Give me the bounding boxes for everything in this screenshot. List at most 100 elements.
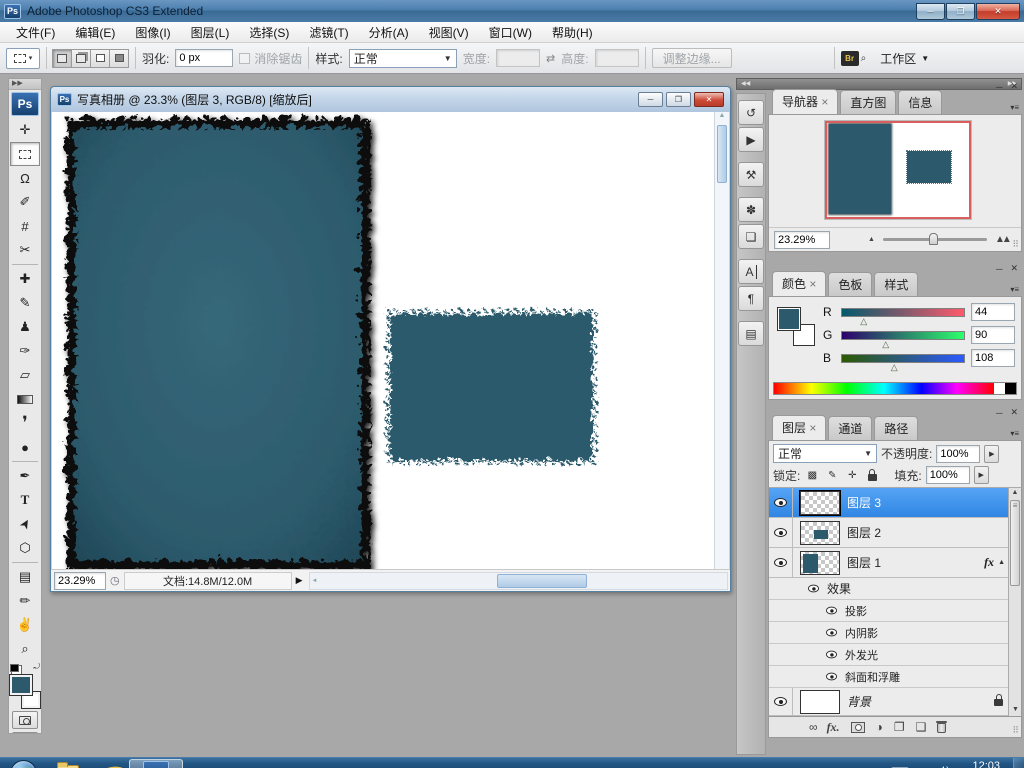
- green-slider-thumb[interactable]: △: [882, 341, 889, 348]
- layer-style-badge[interactable]: fx: [984, 555, 994, 570]
- scroll-up-icon[interactable]: ▲: [719, 112, 726, 119]
- menu-item-analysis[interactable]: 分析(A): [359, 22, 419, 43]
- collapse-dock-icon[interactable]: ◀◀: [741, 79, 750, 89]
- resize-grip[interactable]: ⠿: [1012, 725, 1019, 736]
- navigator-zoom-input[interactable]: [774, 231, 830, 249]
- eyedropper-tool[interactable]: ✏: [10, 589, 40, 613]
- delete-layer-icon[interactable]: [937, 721, 946, 733]
- history-panel-button[interactable]: ↺: [738, 100, 764, 125]
- internet-explorer-button[interactable]: e: [87, 759, 125, 768]
- tab-styles[interactable]: 样式: [874, 272, 918, 296]
- scroll-left-icon[interactable]: ◄: [312, 578, 318, 584]
- menu-item-select[interactable]: 选择(S): [239, 22, 299, 43]
- fill-input[interactable]: [926, 466, 970, 484]
- doc-close-button[interactable]: ✕: [694, 92, 724, 107]
- panel-close-icon[interactable]: ✕: [1010, 263, 1018, 274]
- spot-healing-brush-tool[interactable]: ✚: [10, 267, 40, 291]
- blue-slider[interactable]: △: [841, 354, 965, 363]
- new-layer-icon[interactable]: ❑: [916, 720, 927, 734]
- new-selection-button[interactable]: [52, 49, 72, 68]
- scroll-up-icon[interactable]: ▲: [1012, 489, 1019, 496]
- effect-bevel-emboss[interactable]: 斜面和浮雕: [769, 666, 1021, 688]
- menu-item-view[interactable]: 视图(V): [419, 22, 479, 43]
- character-panel-button[interactable]: A: [738, 259, 764, 284]
- visibility-cell[interactable]: [769, 688, 793, 715]
- menu-item-window[interactable]: 窗口(W): [479, 22, 542, 43]
- document-title-bar[interactable]: Ps 写真相册 @ 23.3% (图层 3, RGB/8) [缩放后] ─ ❐ …: [51, 87, 730, 112]
- foreground-color-swatch[interactable]: [10, 675, 32, 695]
- zoom-in-icon[interactable]: ▲▲: [995, 234, 1009, 245]
- red-value-input[interactable]: [971, 303, 1015, 321]
- clock[interactable]: 12:03 2014/4/4: [957, 760, 1000, 768]
- green-value-input[interactable]: [971, 326, 1015, 344]
- red-slider[interactable]: △: [841, 308, 965, 317]
- menu-item-layer[interactable]: 图层(L): [181, 22, 240, 43]
- zoom-out-icon[interactable]: ▲: [868, 236, 875, 243]
- tab-close-icon[interactable]: ×: [809, 421, 816, 435]
- antialias-checkbox[interactable]: [239, 53, 250, 64]
- paragraph-panel-button[interactable]: ¶: [738, 286, 764, 311]
- notes-tool[interactable]: ▤: [10, 565, 40, 589]
- slice-tool[interactable]: ✂: [10, 238, 40, 262]
- opacity-spinner[interactable]: ▶: [984, 445, 999, 463]
- menu-item-filter[interactable]: 滤镜(T): [299, 22, 358, 43]
- doc-minimize-button[interactable]: ─: [638, 92, 663, 107]
- zoom-level-input[interactable]: [54, 572, 106, 590]
- scroll-thumb[interactable]: ≡: [1010, 500, 1020, 586]
- collapse-effects-icon[interactable]: ▲: [998, 559, 1005, 566]
- panel-minimize-icon[interactable]: ─: [996, 408, 1002, 418]
- color-spectrum-ramp[interactable]: [773, 382, 1017, 395]
- bridge-button[interactable]: Br ⌕: [841, 51, 867, 66]
- menu-item-file[interactable]: 文件(F): [6, 22, 65, 43]
- rainbow-ramp[interactable]: [774, 383, 994, 394]
- menu-item-image[interactable]: 图像(I): [125, 22, 180, 43]
- rectangular-marquee-tool[interactable]: [10, 142, 40, 166]
- lock-all-button[interactable]: [864, 468, 880, 483]
- close-button[interactable]: ✕: [976, 3, 1020, 20]
- lock-position-button[interactable]: ✛: [844, 468, 860, 483]
- zoom-tool[interactable]: ⌕: [10, 637, 40, 661]
- navigator-view-box[interactable]: [825, 121, 971, 219]
- panel-menu-icon[interactable]: ▾≡: [1010, 429, 1019, 438]
- canvas-area[interactable]: ▲: [52, 112, 729, 569]
- menu-item-help[interactable]: 帮助(H): [542, 22, 603, 43]
- clone-source-panel-button[interactable]: ❏: [738, 224, 764, 249]
- white-swatch[interactable]: [994, 383, 1005, 394]
- visibility-cell[interactable]: [769, 488, 793, 517]
- tab-navigator[interactable]: 导航器 ×: [772, 89, 838, 114]
- maximize-button[interactable]: ❐: [946, 3, 975, 20]
- green-slider[interactable]: △: [841, 331, 965, 340]
- eye-icon[interactable]: [826, 607, 837, 615]
- tab-layers[interactable]: 图层 ×: [772, 415, 826, 440]
- minimize-button[interactable]: ─: [916, 3, 945, 20]
- horizontal-scrollbar[interactable]: ◄: [309, 572, 728, 590]
- panel-menu-icon[interactable]: ▾≡: [1010, 103, 1019, 112]
- blue-value-input[interactable]: [971, 349, 1015, 367]
- panel-minimize-icon[interactable]: ─: [996, 82, 1002, 92]
- tab-close-icon[interactable]: ×: [809, 277, 816, 291]
- doc-restore-button[interactable]: ❐: [666, 92, 691, 107]
- visibility-cell[interactable]: [769, 518, 793, 547]
- swap-dimensions-icon[interactable]: ⇄: [546, 52, 555, 65]
- panel-close-icon[interactable]: ✕: [1010, 81, 1018, 92]
- lock-pixels-button[interactable]: ✎: [824, 468, 840, 483]
- file-explorer-button[interactable]: [49, 759, 87, 768]
- eye-icon[interactable]: [826, 629, 837, 637]
- add-selection-button[interactable]: [71, 49, 91, 68]
- red-slider-thumb[interactable]: △: [860, 318, 867, 325]
- status-flyout-arrow[interactable]: ▶: [296, 575, 303, 586]
- style-select[interactable]: 正常 ▼: [349, 49, 457, 68]
- menu-item-edit[interactable]: 编辑(E): [65, 22, 125, 43]
- tab-paths[interactable]: 路径: [874, 416, 918, 440]
- layer-row-1[interactable]: 图层 1 fx ▲: [769, 548, 1021, 578]
- effect-outer-glow[interactable]: 外发光: [769, 644, 1021, 666]
- canvas[interactable]: [52, 112, 716, 569]
- opacity-input[interactable]: [936, 445, 980, 463]
- blur-tool[interactable]: ❜: [10, 411, 40, 435]
- navigator-zoom-thumb[interactable]: [929, 233, 938, 245]
- swap-colors-icon[interactable]: ⤾: [33, 662, 40, 672]
- panel-menu-icon[interactable]: ▾≡: [1010, 285, 1019, 294]
- fill-spinner[interactable]: ▶: [974, 466, 989, 484]
- subtract-selection-button[interactable]: [90, 49, 110, 68]
- panel-close-icon[interactable]: ✕: [1010, 407, 1018, 418]
